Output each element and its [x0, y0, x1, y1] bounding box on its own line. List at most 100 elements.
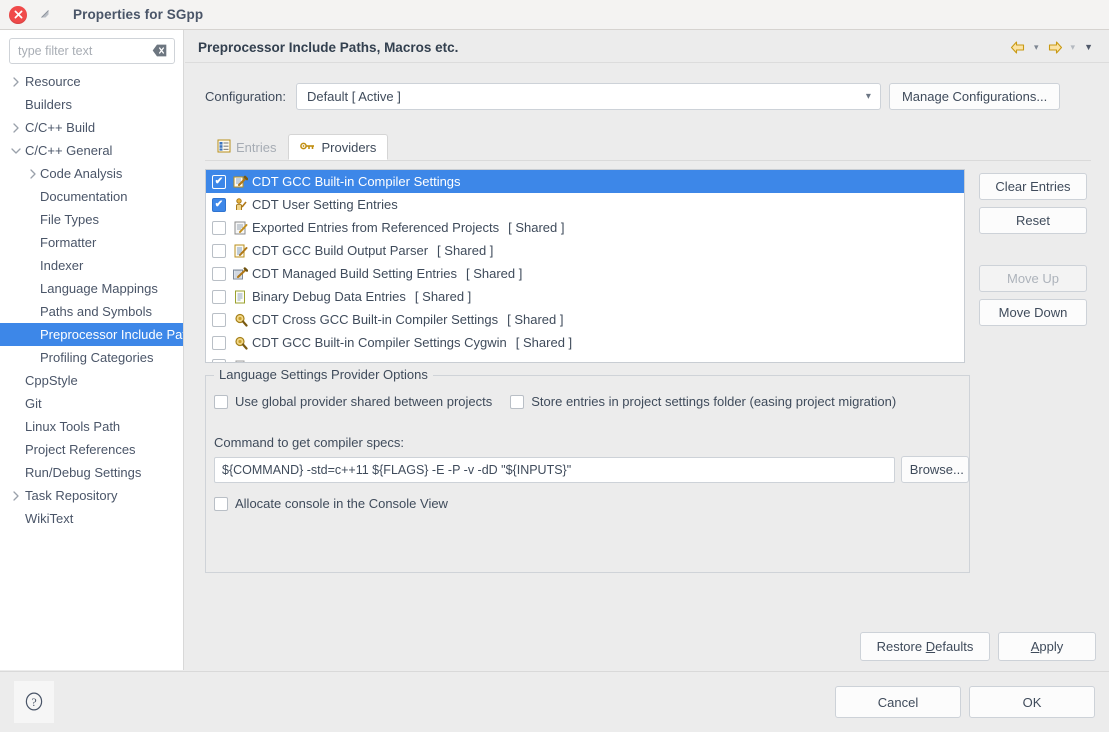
provider-row[interactable]: CDT GCC Built-in Compiler Settings Cygwi… — [206, 331, 964, 354]
sidebar-item-label: Indexer — [40, 258, 84, 273]
provider-row[interactable]: CDT Cross GCC Built-in Compiler Settings… — [206, 308, 964, 331]
sidebar-item-file-types[interactable]: File Types — [0, 208, 183, 231]
sidebar-item-c-c-build[interactable]: C/C++ Build — [0, 116, 183, 139]
move-down-button[interactable]: Move Down — [979, 299, 1087, 326]
apply-suffix: pply — [1039, 639, 1064, 654]
sidebar-item-label: Resource — [25, 74, 81, 89]
sidebar-item-task-repository[interactable]: Task Repository — [0, 484, 183, 507]
dialog-footer: ? Cancel OK — [0, 671, 1109, 732]
browse-button[interactable]: Browse... — [900, 456, 969, 483]
sidebar-item-git[interactable]: Git — [0, 392, 183, 415]
restore-window-icon[interactable] — [39, 8, 53, 22]
provider-row[interactable]: ✔ CDT User Setting Entries — [206, 193, 964, 216]
ok-button[interactable]: OK — [969, 686, 1095, 718]
sidebar-item-paths-and-symbols[interactable]: Paths and Symbols — [0, 300, 183, 323]
settings-tree: Resource Builders C/C++ Build C/C++ General… — [0, 70, 183, 530]
configuration-row: Configuration: Default [ Active ] ▾ Mana… — [205, 83, 1097, 110]
clear-entries-button[interactable]: Clear Entries — [979, 173, 1087, 200]
provider-row[interactable]: Exported Entries from Referenced Project… — [206, 216, 964, 239]
view-menu-caret-icon[interactable]: ▼ — [1080, 42, 1097, 52]
chevron-right-icon[interactable] — [25, 168, 40, 179]
sidebar-item-code-analysis[interactable]: Code Analysis — [0, 162, 183, 185]
sidebar-item-linux-tools-path[interactable]: Linux Tools Path — [0, 415, 183, 438]
provider-checkbox[interactable] — [212, 243, 226, 258]
group-legend: Language Settings Provider Options — [214, 367, 433, 382]
provider-row[interactable]: Binary Debug Data Entries [ Shared ] — [206, 285, 964, 308]
clear-text-icon[interactable] — [152, 44, 167, 57]
sidebar-item-project-references[interactable]: Project References — [0, 438, 183, 461]
forward-history-chevron-down-icon[interactable]: ▾ — [1068, 42, 1079, 53]
restore-glyph — [41, 9, 49, 18]
sidebar-item-label: Linux Tools Path — [25, 419, 121, 434]
back-arrow-icon[interactable] — [1007, 36, 1029, 58]
store-entries-checkbox[interactable]: Store entries in project settings folder… — [510, 394, 896, 409]
provider-checkbox[interactable] — [212, 312, 226, 327]
allocate-console-checkbox[interactable]: Allocate console in the Console View — [214, 496, 969, 511]
chevron-right-icon[interactable] — [8, 76, 23, 87]
sidebar-item-label: C/C++ General — [25, 143, 113, 158]
tab-separator — [205, 160, 1091, 161]
managed-build-icon — [232, 266, 249, 282]
header-toolbar: ▾ ▾ ▼ — [1007, 36, 1097, 58]
chevron-down-icon[interactable] — [8, 147, 23, 155]
help-question-icon[interactable]: ? — [14, 681, 54, 723]
sidebar-item-documentation[interactable]: Documentation — [0, 185, 183, 208]
providers-list[interactable]: ✔ CDT GCC Built-in Compiler Settings ✔ CDT … — [205, 169, 965, 363]
provider-row[interactable]: CDT Managed Build Setting Entries [ Share… — [206, 262, 964, 285]
sidebar-item-label: WikiText — [25, 511, 74, 526]
provider-checkbox[interactable] — [212, 220, 226, 235]
sidebar-item-label: File Types — [40, 212, 100, 227]
sidebar-item-language-mappings[interactable]: Language Mappings — [0, 277, 183, 300]
sidebar-item-cppstyle[interactable]: CppStyle — [0, 369, 183, 392]
reset-button[interactable]: Reset — [979, 207, 1087, 234]
provider-checkbox[interactable] — [212, 358, 226, 362]
chevron-right-icon[interactable] — [8, 490, 23, 501]
tab-entries[interactable]: Entries — [205, 134, 288, 160]
sidebar-item-indexer[interactable]: Indexer — [0, 254, 183, 277]
checkbox-box — [214, 394, 228, 409]
provider-checkbox[interactable] — [212, 335, 226, 350]
sidebar-item-label: Documentation — [40, 189, 128, 204]
provider-row[interactable]: ✔ CDT GCC Built-in Compiler Settings — [206, 170, 964, 193]
provider-checkbox[interactable]: ✔ — [212, 197, 226, 212]
sidebar-item-resource[interactable]: Resource — [0, 70, 183, 93]
manage-configurations-button[interactable]: Manage Configurations... — [888, 83, 1061, 110]
configuration-select[interactable]: Default [ Active ] ▾ — [295, 83, 881, 110]
provider-checkbox[interactable] — [212, 289, 226, 304]
search-input[interactable] — [9, 38, 175, 64]
settings-sidebar: Resource Builders C/C++ Build C/C++ General… — [0, 30, 184, 670]
sidebar-item-label: Paths and Symbols — [40, 304, 153, 319]
close-icon[interactable] — [9, 5, 27, 24]
restore-defaults-button[interactable]: Restore Defaults — [860, 632, 990, 661]
provider-icon — [232, 358, 249, 362]
sidebar-item-label: Git — [25, 396, 42, 411]
back-history-chevron-down-icon[interactable]: ▾ — [1031, 42, 1042, 53]
provider-row[interactable]: CDT GCC Build Output Parser [ Shared ] — [206, 239, 964, 262]
checkbox-box — [510, 394, 525, 409]
use-global-provider-checkbox[interactable]: Use global provider shared between proje… — [214, 394, 492, 409]
cancel-button[interactable]: Cancel — [835, 686, 961, 718]
provider-row[interactable] — [206, 354, 964, 362]
sidebar-item-run-debug-settings[interactable]: Run/Debug Settings — [0, 461, 183, 484]
apply-button[interactable]: Apply — [998, 632, 1096, 661]
provider-checkbox[interactable]: ✔ — [212, 174, 226, 189]
tab-providers-label: Providers — [321, 139, 377, 155]
chevron-down-icon: ▾ — [865, 91, 871, 102]
provider-shared-badge: [ Shared ] — [465, 266, 523, 281]
sidebar-item-preprocessor-include-paths-macros-etc[interactable]: Preprocessor Include Paths, Macros etc. — [0, 323, 183, 346]
providers-side-buttons: Clear Entries Reset Move Up Move Down — [979, 169, 1087, 363]
compiler-specs-command-input[interactable] — [214, 456, 895, 483]
provider-checkbox[interactable] — [212, 266, 226, 281]
provider-label: CDT Cross GCC Built-in Compiler Settings — [252, 312, 499, 327]
sidebar-item-wikitext[interactable]: WikiText — [0, 507, 183, 530]
page-title: Preprocessor Include Paths, Macros etc. — [198, 40, 459, 55]
move-up-button[interactable]: Move Up — [979, 265, 1087, 292]
sidebar-item-formatter[interactable]: Formatter — [0, 231, 183, 254]
sidebar-item-builders[interactable]: Builders — [0, 93, 183, 116]
forward-arrow-icon[interactable] — [1044, 36, 1066, 58]
chevron-right-icon[interactable] — [8, 122, 23, 133]
cygwin-gcc-icon — [232, 335, 249, 351]
sidebar-item-profiling-categories[interactable]: Profiling Categories — [0, 346, 183, 369]
sidebar-item-c-c-general[interactable]: C/C++ General — [0, 139, 183, 162]
tab-providers[interactable]: Providers — [288, 134, 389, 160]
